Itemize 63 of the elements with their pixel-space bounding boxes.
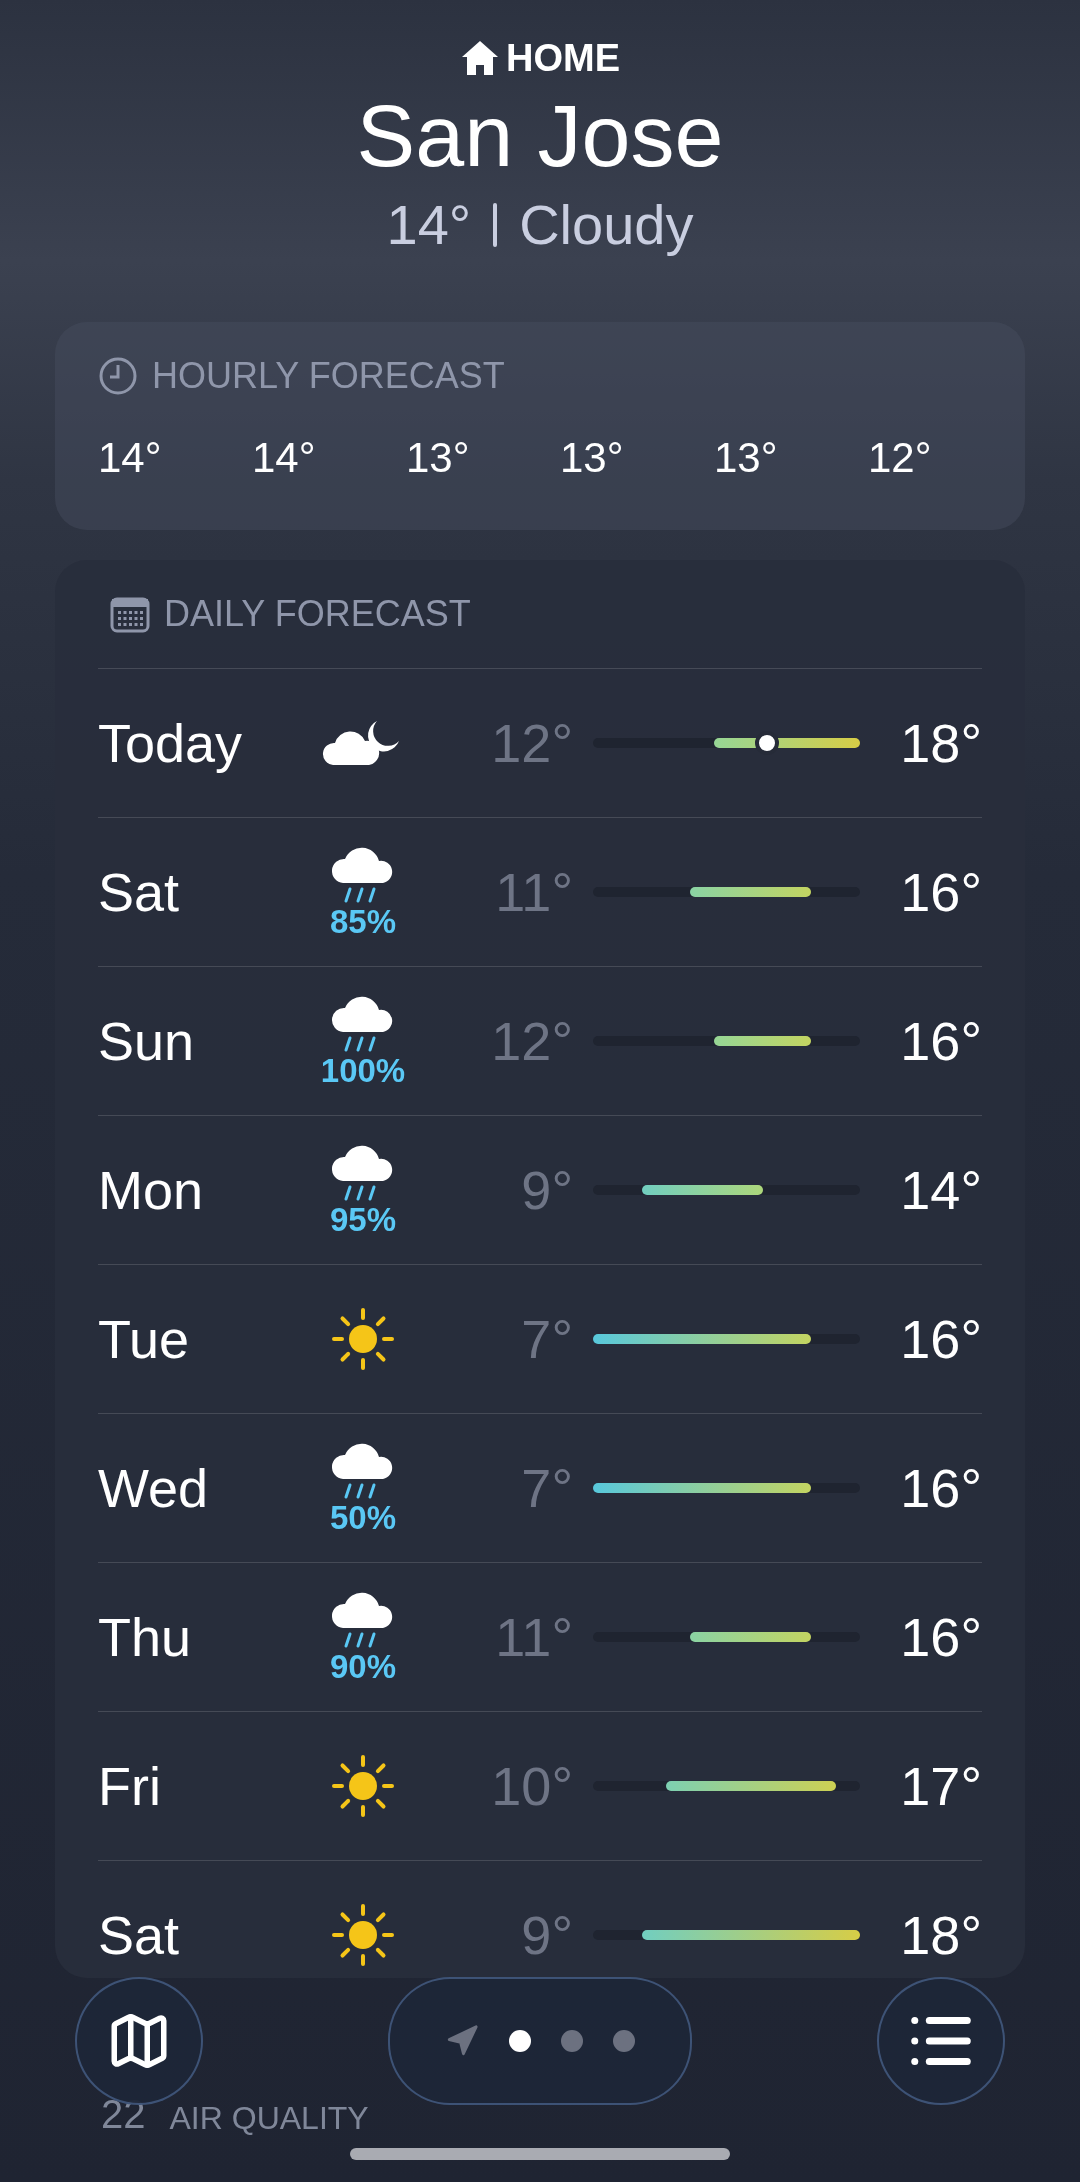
day-name: Mon [98,1159,205,1221]
daily-row[interactable]: Today 12° 18° [98,668,982,817]
clock-icon [98,356,138,396]
daily-row[interactable]: Mon 95% 9° 14° [98,1115,982,1264]
sun-icon [330,1902,396,1968]
day-name: Wed [98,1457,210,1519]
page-dot[interactable] [613,2030,635,2052]
low-temperature: 10° [490,1755,573,1817]
high-temperature: 16° [899,1606,982,1668]
low-temperature: 11° [494,861,573,923]
condition-text: Cloudy [519,192,694,258]
day-name: Sat [98,861,181,923]
daily-row[interactable]: Thu 90% 11° 16° [98,1562,982,1711]
day-name: Fri [98,1755,162,1817]
hourly-temperature: 13° [560,434,625,482]
page-dot[interactable] [561,2030,583,2052]
card-title: DAILY FORECAST [164,593,471,635]
daily-row[interactable]: Wed 50% 7° 16° [98,1413,982,1562]
day-name: Sun [98,1010,196,1072]
high-temperature: 16° [899,1010,982,1072]
hourly-temperature: 14° [98,434,163,482]
high-temperature: 16° [899,1457,982,1519]
daily-row[interactable]: Sun 100% 12° 16° [98,966,982,1115]
day-name: Today [98,712,244,774]
precipitation-chance: 100% [320,1052,406,1090]
card-title: AIR QUALITY [169,2100,369,2137]
precipitation-chance: 90% [329,1648,397,1686]
high-temperature: 16° [899,1308,982,1370]
hourly-temperature: 13° [406,434,471,482]
low-temperature: 7° [520,1308,573,1370]
low-temperature: 9° [520,1159,573,1221]
hourly-temperature: 13° [714,434,779,482]
location-arrow-icon [445,2024,479,2058]
high-temperature: 16° [899,861,982,923]
page-dot[interactable] [509,2030,531,2052]
place-label: HOME [506,36,620,80]
high-temperature: 14° [899,1159,982,1221]
high-temperature: 18° [899,1904,982,1966]
house-icon [460,39,500,77]
sun-icon [330,1753,396,1819]
low-temperature: 11° [494,1606,573,1668]
daily-row[interactable]: Sat 85% 11° 16° [98,817,982,966]
sun-icon [330,1306,396,1372]
day-name: Sat [98,1904,181,1966]
hourly-temperature: 14° [252,434,317,482]
daily-row[interactable]: Tue 7° 16° [98,1264,982,1413]
precipitation-chance: 95% [329,1201,397,1239]
city-name: San Jose [356,85,724,187]
card-title: HOURLY FORECAST [152,355,505,397]
low-temperature: 12° [490,1010,573,1072]
low-temperature: 12° [490,712,573,774]
day-name: Thu [98,1606,193,1668]
day-name: Tue [98,1308,191,1370]
high-temperature: 18° [899,712,982,774]
high-temperature: 17° [899,1755,982,1817]
hourly-temperature: 12° [868,434,933,482]
precipitation-chance: 50% [329,1499,397,1537]
precipitation-chance: 85% [329,903,397,941]
calendar-icon [110,595,150,633]
daily-row[interactable]: Fri 10° 17° [98,1711,982,1860]
low-temperature: 9° [520,1904,573,1966]
current-temperature: 14° [386,192,472,258]
low-temperature: 7° [520,1457,573,1519]
